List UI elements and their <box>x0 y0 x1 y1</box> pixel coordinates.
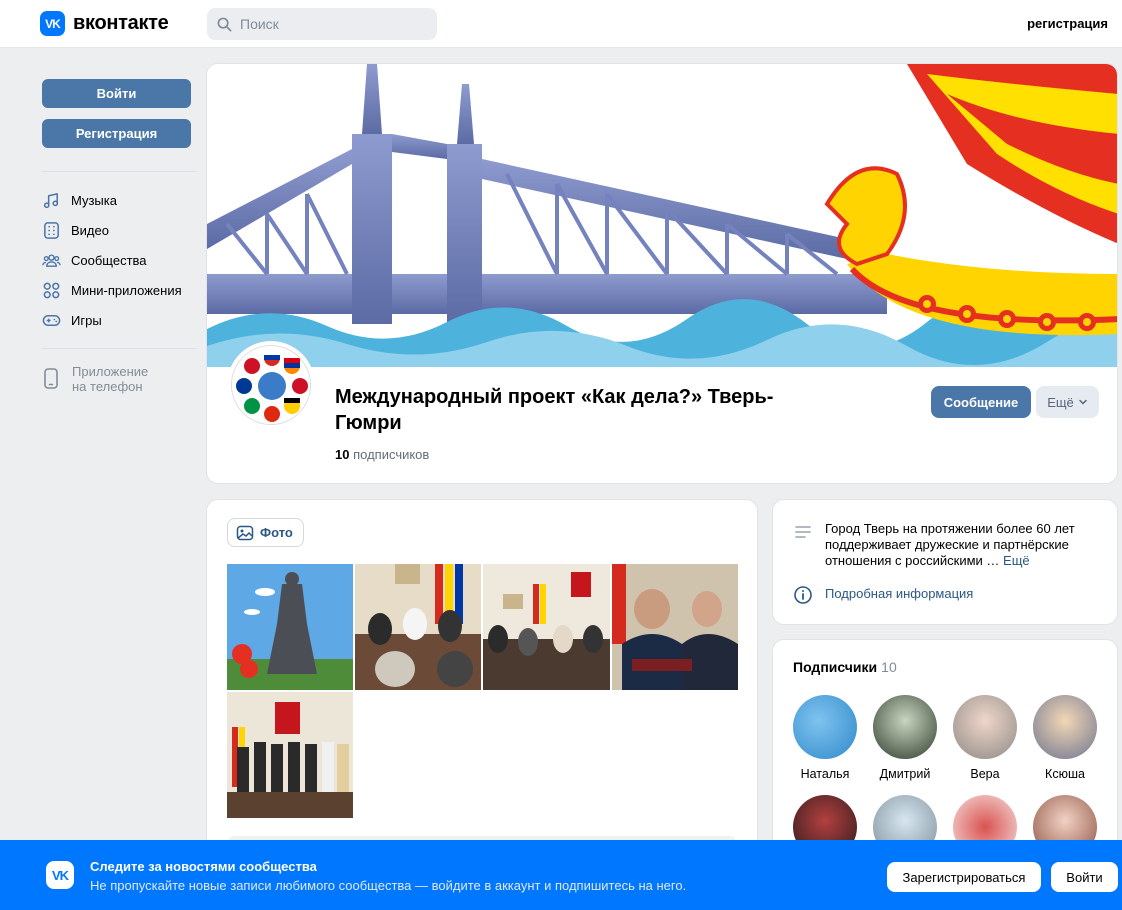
top-header: VK вконтакте регистрация <box>0 0 1122 48</box>
sidebar-item-mini-apps[interactable]: Мини-приложения <box>42 279 182 301</box>
sidebar-item-label: Музыка <box>71 192 117 208</box>
group-description: Город Тверь на протяжении более 60 лет п… <box>825 521 1095 569</box>
sidebar-divider <box>42 171 197 172</box>
subscribers-number: 10 <box>335 447 350 462</box>
video-icon <box>44 221 59 239</box>
more-button-label: Ещё <box>1047 394 1074 410</box>
logo-text: вконтакте <box>73 12 169 34</box>
vk-logo[interactable]: VK вконтакте <box>40 11 169 36</box>
cover-image <box>207 64 1117 367</box>
banner-subtitle: Не пропускайте новые записи любимого соо… <box>90 878 687 893</box>
group-title: Международный проект «Как дела?» Тверь-Г… <box>335 386 774 434</box>
photo-thumbnail[interactable] <box>227 692 353 818</box>
group-header-card: Международный проект «Как дела?» Тверь-Г… <box>206 63 1118 484</box>
info-icon <box>794 586 812 604</box>
banner-title: Следите за новостями сообщества <box>90 859 317 874</box>
photo-thumbnail[interactable] <box>355 564 481 690</box>
more-button[interactable]: Ещё <box>1036 386 1099 418</box>
member-name: Ксюша <box>1045 767 1085 781</box>
tab-photos-label: Фото <box>260 525 293 540</box>
sidebar-item-video[interactable]: Видео <box>42 219 109 241</box>
vk-logo-icon: VK <box>46 861 74 889</box>
search-input[interactable] <box>240 16 420 32</box>
member-avatar <box>873 695 937 759</box>
chevron-down-icon <box>1079 399 1087 405</box>
message-button[interactable]: Сообщение <box>931 386 1031 418</box>
member-name: Наталья <box>800 767 850 781</box>
sidebar-divider <box>42 348 197 349</box>
member-avatar <box>1033 695 1097 759</box>
banner-register-button[interactable]: Зарегистрироваться <box>887 862 1041 892</box>
info-card: Город Тверь на протяжении более 60 лет п… <box>772 499 1118 625</box>
banner-login-button[interactable]: Войти <box>1051 862 1118 892</box>
vk-logo-icon: VK <box>40 11 65 36</box>
subscribers-count[interactable]: 10 подписчиков <box>335 447 429 462</box>
app-label-line2: на телефон <box>72 379 143 394</box>
member-avatar <box>793 695 857 759</box>
sidebar-item-label: Мини-приложения <box>71 282 182 298</box>
app-label-line1: Приложение <box>72 364 149 379</box>
sidebar-item-label: Видео <box>71 222 109 238</box>
tab-photos[interactable]: Фото <box>227 518 304 547</box>
login-button[interactable]: Войти <box>42 79 191 108</box>
member-item[interactable]: Дмитрий <box>865 695 945 781</box>
sidebar-item-label: Игры <box>71 312 102 328</box>
members-title-label: Подписчики <box>793 659 878 675</box>
photos-card: Фото <box>206 499 758 859</box>
member-item[interactable]: Вера <box>945 695 1025 781</box>
search-icon <box>217 17 232 31</box>
phone-icon <box>44 368 58 389</box>
sidebar-item-games[interactable]: Игры <box>42 309 102 331</box>
photo-thumbnail[interactable] <box>483 564 610 690</box>
member-item[interactable]: Ксюша <box>1025 695 1105 781</box>
register-link[interactable]: регистрация <box>1027 16 1108 31</box>
search-bar[interactable] <box>207 8 437 40</box>
member-avatar <box>953 695 1017 759</box>
photo-icon <box>236 525 254 540</box>
members-count: 10 <box>881 659 897 675</box>
member-name: Вера <box>970 767 1000 781</box>
sidebar-item-label: Сообщества <box>71 252 147 268</box>
description-icon <box>795 526 811 538</box>
mini-apps-icon <box>43 282 60 298</box>
games-icon <box>42 314 61 326</box>
sidebar-item-music[interactable]: Музыка <box>42 189 117 211</box>
group-logo-image <box>232 346 310 424</box>
description-more-link[interactable]: Ещё <box>1003 553 1030 568</box>
sidebar-item-communities[interactable]: Сообщества <box>42 249 147 271</box>
members-card: Подписчики 10 Наталья Дмитрий Вера Ксюша <box>772 639 1118 869</box>
register-button[interactable]: Регистрация <box>42 119 191 148</box>
description-text: Город Тверь на протяжении более 60 лет п… <box>825 521 1075 568</box>
music-icon <box>43 192 59 208</box>
sidebar-item-app[interactable]: Приложение на телефон <box>42 364 148 394</box>
members-title[interactable]: Подписчики 10 <box>793 659 897 675</box>
member-name: Дмитрий <box>879 767 931 781</box>
communities-icon <box>42 253 61 267</box>
photo-thumbnail[interactable] <box>612 564 738 690</box>
details-link[interactable]: Подробная информация <box>825 586 973 601</box>
subscribe-banner: VK Следите за новостями сообщества Не пр… <box>0 840 1122 910</box>
group-avatar[interactable] <box>227 341 315 429</box>
member-item[interactable]: Наталья <box>785 695 865 781</box>
photo-thumbnail[interactable] <box>227 564 353 690</box>
subscribers-label: подписчиков <box>353 447 430 462</box>
